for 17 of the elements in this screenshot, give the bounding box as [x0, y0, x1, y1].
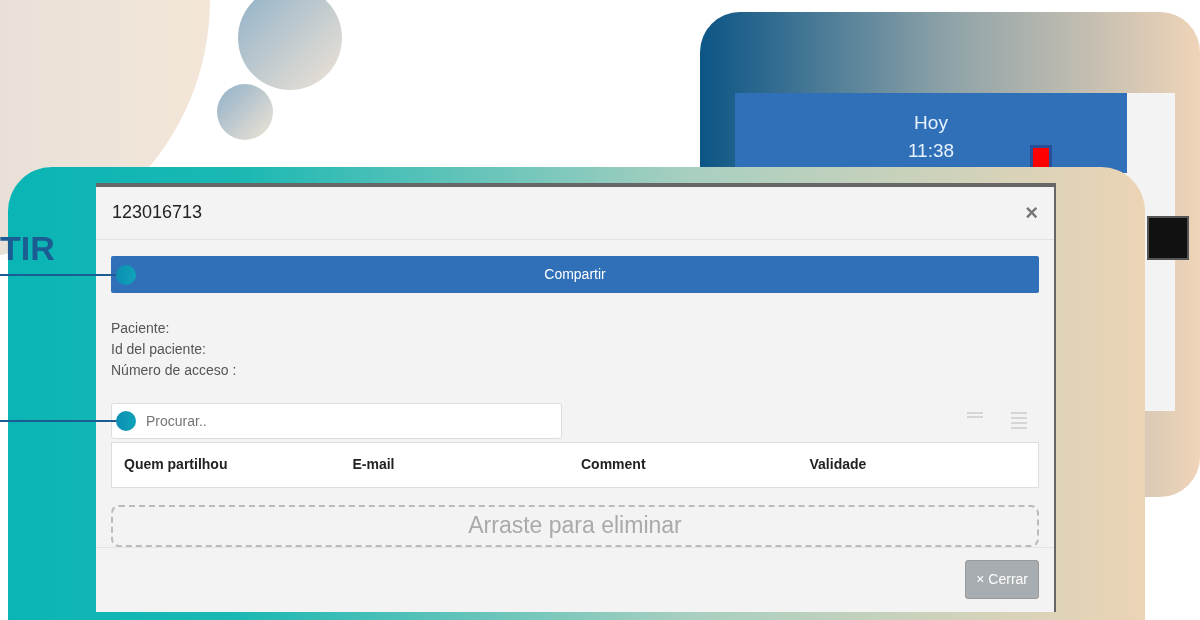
column-header: Validade: [809, 455, 868, 475]
list-icon[interactable]: [1011, 412, 1027, 430]
dark-button[interactable]: [1147, 216, 1189, 260]
time-label: 11:38: [907, 139, 955, 163]
two-lines-icon[interactable]: [967, 412, 983, 419]
info-label: Paciente:: [111, 318, 171, 338]
dialog-title: 123016713: [112, 201, 203, 225]
column-header: E-mail: [352, 455, 396, 475]
day-label: Hoy: [914, 111, 948, 135]
search-field[interactable]: Procurar..: [111, 402, 562, 439]
column-header: Quem partilhou: [124, 455, 229, 475]
share-bar[interactable]: Compartir: [111, 255, 1039, 293]
column-header: Comment: [581, 455, 647, 475]
info-label: Número de acceso :: [111, 360, 238, 380]
info-label: Id del paciente:: [111, 339, 207, 359]
drop-zone[interactable]: Arraste para eliminar: [111, 504, 1039, 547]
close-button[interactable]: ×: [1025, 201, 1038, 224]
